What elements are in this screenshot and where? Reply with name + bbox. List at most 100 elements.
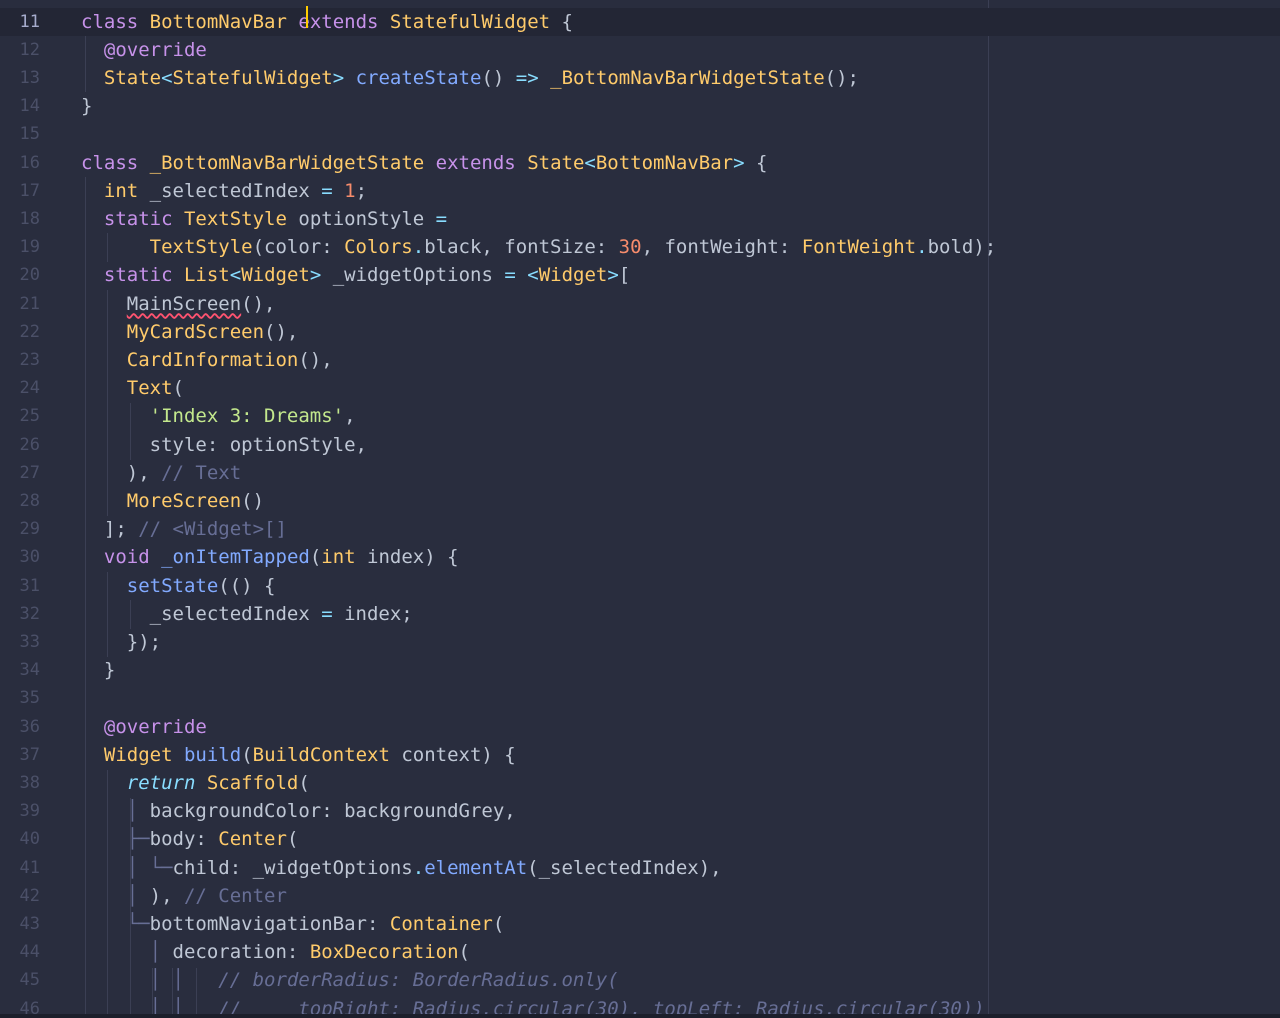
code-text[interactable]: MoreScreen() [81,487,264,515]
code-line[interactable]: 16 class _BottomNavBarWidgetState extends… [0,149,1280,177]
code-token: . [412,856,425,879]
code-editor[interactable]: 11 class BottomNavBar extends StatefulWid… [0,0,1280,1018]
code-line[interactable]: 17 int _selectedIndex = 1; [0,177,1280,205]
code-text[interactable]: static List<Widget> _widgetOptions = <Wi… [81,261,630,289]
code-line[interactable]: 25 'Index 3: Dreams', [0,402,1280,430]
code-line[interactable]: 13 State<StatefulWidget> createState() =… [0,64,1280,92]
code-token: // <Widget>[] [138,518,287,541]
code-text[interactable]: MainScreen(), [81,290,276,318]
code-text[interactable]: ]; // <Widget>[] [81,515,287,543]
code-line[interactable]: 26 style: optionStyle, [0,431,1280,459]
line-number: 15 [19,124,40,145]
line-number: 37 [19,744,40,765]
code-token: context) { [389,743,516,766]
code-line[interactable]: 40 ├─body: Center( [0,825,1280,853]
code-text[interactable]: ), // Text [81,459,241,487]
code-line[interactable]: 24 Text( [0,374,1280,402]
code-token: BottomNavBar [149,10,287,33]
code-text[interactable]: │ └─child: _widgetOptions.elementAt(_sel… [81,854,722,882]
code-text[interactable]: @override [81,36,207,64]
code-token: = [504,264,516,287]
code-line[interactable]: 18 static TextStyle optionStyle = [0,205,1280,233]
code-text[interactable]: CardInformation(), [81,346,333,374]
code-text[interactable]: │ ), // Center [81,882,287,910]
code-text[interactable]: TextStyle(color: Colors.black, fontSize:… [81,233,997,261]
line-number: 26 [19,434,40,455]
code-token: int [103,179,139,202]
code-line[interactable]: 38 return Scaffold( [0,769,1280,797]
code-line[interactable]: 20 static List<Widget> _widgetOptions = … [0,261,1280,289]
code-text[interactable]: └─bottomNavigationBar: Container( [81,910,505,938]
code-token: │ [149,941,162,964]
code-text[interactable]: } [81,656,115,684]
code-line[interactable]: 45 │ │ // borderRadius: BorderRadius.onl… [0,966,1280,994]
code-line[interactable]: 34 } [0,656,1280,684]
code-line[interactable]: 41 │ └─child: _widgetOptions.elementAt(_… [0,854,1280,882]
line-number: 33 [19,631,40,652]
code-line[interactable]: 27 ), // Text [0,459,1280,487]
code-token: child: _widgetOptions [172,856,413,879]
code-line[interactable]: 21 MainScreen(), [0,290,1280,318]
code-line[interactable]: 15 [0,120,1280,148]
code-text[interactable]: 'Index 3: Dreams', [81,402,356,430]
code-token: ), [138,884,184,907]
code-text[interactable]: MyCardScreen(), [81,318,299,346]
code-line[interactable]: 32 _selectedIndex = index; [0,600,1280,628]
code-text[interactable]: │ │ // borderRadius: BorderRadius.only( [81,966,619,994]
code-line[interactable]: 31 setState(() { [0,572,1280,600]
code-line[interactable]: 28 MoreScreen() [0,487,1280,515]
code-line[interactable]: 43 └─bottomNavigationBar: Container( [0,910,1280,938]
code-text[interactable]: int _selectedIndex = 1; [81,177,367,205]
line-number: 43 [19,913,40,934]
code-token: (), [264,320,299,343]
code-token: elementAt [424,856,528,879]
code-line[interactable]: 35 [0,684,1280,712]
code-text[interactable]: return Scaffold( [81,769,310,797]
code-line[interactable]: 36 @override [0,713,1280,741]
code-text[interactable]: style: optionStyle, [81,431,367,459]
code-text[interactable]: _selectedIndex = index; [81,600,413,628]
code-token: < [161,66,173,89]
code-line[interactable]: 39 │ backgroundColor: backgroundGrey, [0,797,1280,825]
code-text[interactable]: Text( [81,374,184,402]
code-text[interactable]: class _BottomNavBarWidgetState extends S… [81,149,767,177]
line-number: 27 [19,462,40,483]
code-line[interactable]: 12 @override [0,36,1280,64]
code-token: < [229,264,242,287]
code-text[interactable]: class BottomNavBar extends StatefulWidge… [81,8,573,36]
code-token: = [321,179,333,202]
code-token: MyCardScreen [126,320,265,343]
code-token: List [183,264,230,287]
code-line[interactable]: 44 │ decoration: BoxDecoration( [0,938,1280,966]
code-text[interactable]: Widget build(BuildContext context) { [81,741,516,769]
code-text[interactable]: State<StatefulWidget> createState() => _… [81,64,859,92]
code-token: static [103,264,173,287]
code-text[interactable]: ├─body: Center( [81,825,299,853]
code-text[interactable]: @override [81,713,207,741]
code-line[interactable]: 37 Widget build(BuildContext context) { [0,741,1280,769]
code-line[interactable]: 33 }); [0,628,1280,656]
line-number: 18 [19,208,40,229]
code-text[interactable]: static TextStyle optionStyle = [81,205,447,233]
code-text[interactable]: }); [81,628,161,656]
code-token: _selectedIndex [81,602,322,625]
code-line[interactable]: 29 ]; // <Widget>[] [0,515,1280,543]
code-line[interactable]: 30 void _onItemTapped(int index) { [0,543,1280,571]
code-text[interactable]: │ backgroundColor: backgroundGrey, [81,797,516,825]
code-text[interactable]: void _onItemTapped(int index) { [81,543,459,571]
code-line[interactable]: 11 class BottomNavBar extends StatefulWid… [0,7,1280,36]
code-line[interactable]: 19 TextStyle(color: Colors.black, fontSi… [0,233,1280,261]
line-number: 30 [19,547,40,568]
code-text[interactable]: } [81,92,92,120]
code-line[interactable]: 42 │ ), // Center [0,882,1280,910]
code-text[interactable]: │ decoration: BoxDecoration( [81,938,470,966]
code-line[interactable]: 23 CardInformation(), [0,346,1280,374]
code-text[interactable]: setState(() { [81,572,276,600]
code-token: ( [172,377,184,400]
line-number: 19 [19,237,40,258]
code-line[interactable]: 22 MyCardScreen(), [0,318,1280,346]
code-line[interactable]: 14} [0,92,1280,120]
